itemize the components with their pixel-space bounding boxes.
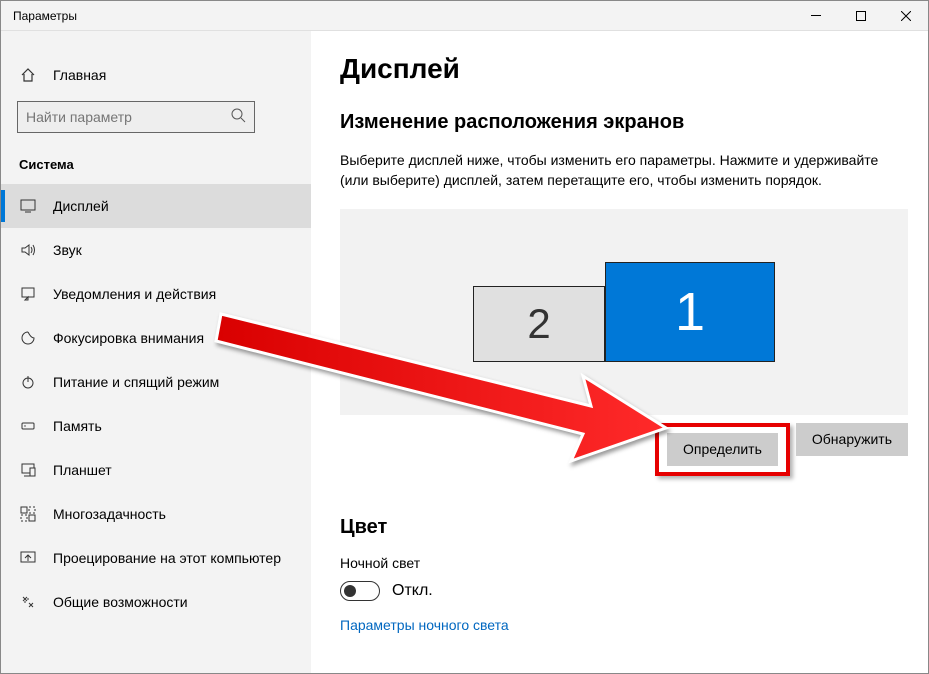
search-field[interactable]	[26, 109, 230, 125]
sidebar-item-projecting[interactable]: Проецирование на этот компьютер	[1, 536, 311, 580]
sidebar-item-display[interactable]: Дисплей	[1, 184, 311, 228]
page-title: Дисплей	[340, 53, 908, 85]
sidebar-item-label: Проецирование на этот компьютер	[53, 550, 281, 566]
window-title: Параметры	[13, 9, 77, 23]
sidebar-item-label: Питание и спящий режим	[53, 374, 219, 390]
maximize-button[interactable]	[838, 1, 883, 31]
sidebar-item-label: Планшет	[53, 462, 112, 478]
sidebar-item-label: Память	[53, 418, 102, 434]
sidebar-item-label: Фокусировка внимания	[53, 330, 204, 346]
tablet-icon	[19, 461, 37, 479]
sound-icon	[19, 241, 37, 259]
notifications-icon	[19, 285, 37, 303]
monitor-2[interactable]: 2	[473, 286, 605, 362]
sidebar-item-notifications[interactable]: Уведомления и действия	[1, 272, 311, 316]
focus-icon	[19, 329, 37, 347]
sidebar: Главная Система Дисплей Звук Уведомления…	[1, 31, 311, 673]
monitor-1[interactable]: 1	[605, 262, 775, 362]
section-header: Система	[1, 137, 311, 184]
home-link[interactable]: Главная	[1, 53, 311, 97]
detect-button[interactable]: Обнаружить	[796, 423, 908, 456]
night-light-label: Ночной свет	[340, 555, 908, 571]
display-icon	[19, 197, 37, 215]
highlight-annotation: Определить	[655, 423, 790, 476]
storage-icon	[19, 417, 37, 435]
sidebar-item-shared[interactable]: Общие возможности	[1, 580, 311, 624]
multitasking-icon	[19, 505, 37, 523]
sidebar-item-focus[interactable]: Фокусировка внимания	[1, 316, 311, 360]
shared-icon	[19, 593, 37, 611]
toggle-state-label: Откл.	[392, 582, 433, 600]
minimize-button[interactable]	[793, 1, 838, 31]
sidebar-item-tablet[interactable]: Планшет	[1, 448, 311, 492]
sidebar-item-multitasking[interactable]: Многозадачность	[1, 492, 311, 536]
toggle-knob	[344, 585, 356, 597]
sidebar-item-label: Многозадачность	[53, 506, 166, 522]
sidebar-item-storage[interactable]: Память	[1, 404, 311, 448]
sidebar-item-label: Общие возможности	[53, 594, 188, 610]
identify-button[interactable]: Определить	[667, 433, 778, 466]
sidebar-item-power[interactable]: Питание и спящий режим	[1, 360, 311, 404]
search-icon	[230, 107, 246, 128]
titlebar: Параметры	[1, 1, 928, 31]
sidebar-item-label: Уведомления и действия	[53, 286, 216, 302]
close-button[interactable]	[883, 1, 928, 31]
color-title: Цвет	[340, 516, 908, 539]
home-icon	[19, 66, 37, 84]
night-light-toggle[interactable]	[340, 581, 380, 601]
home-label: Главная	[53, 67, 106, 83]
search-input[interactable]	[17, 101, 255, 133]
night-light-settings-link[interactable]: Параметры ночного света	[340, 617, 509, 633]
arrange-title: Изменение расположения экранов	[340, 111, 908, 134]
content-area: Дисплей Изменение расположения экранов В…	[311, 31, 928, 673]
display-arrangement-area[interactable]: 2 1	[340, 209, 908, 415]
power-icon	[19, 373, 37, 391]
sidebar-item-label: Дисплей	[53, 198, 109, 214]
projecting-icon	[19, 549, 37, 567]
arrange-description: Выберите дисплей ниже, чтобы изменить ег…	[340, 150, 908, 191]
sidebar-item-sound[interactable]: Звук	[1, 228, 311, 272]
sidebar-item-label: Звук	[53, 242, 82, 258]
